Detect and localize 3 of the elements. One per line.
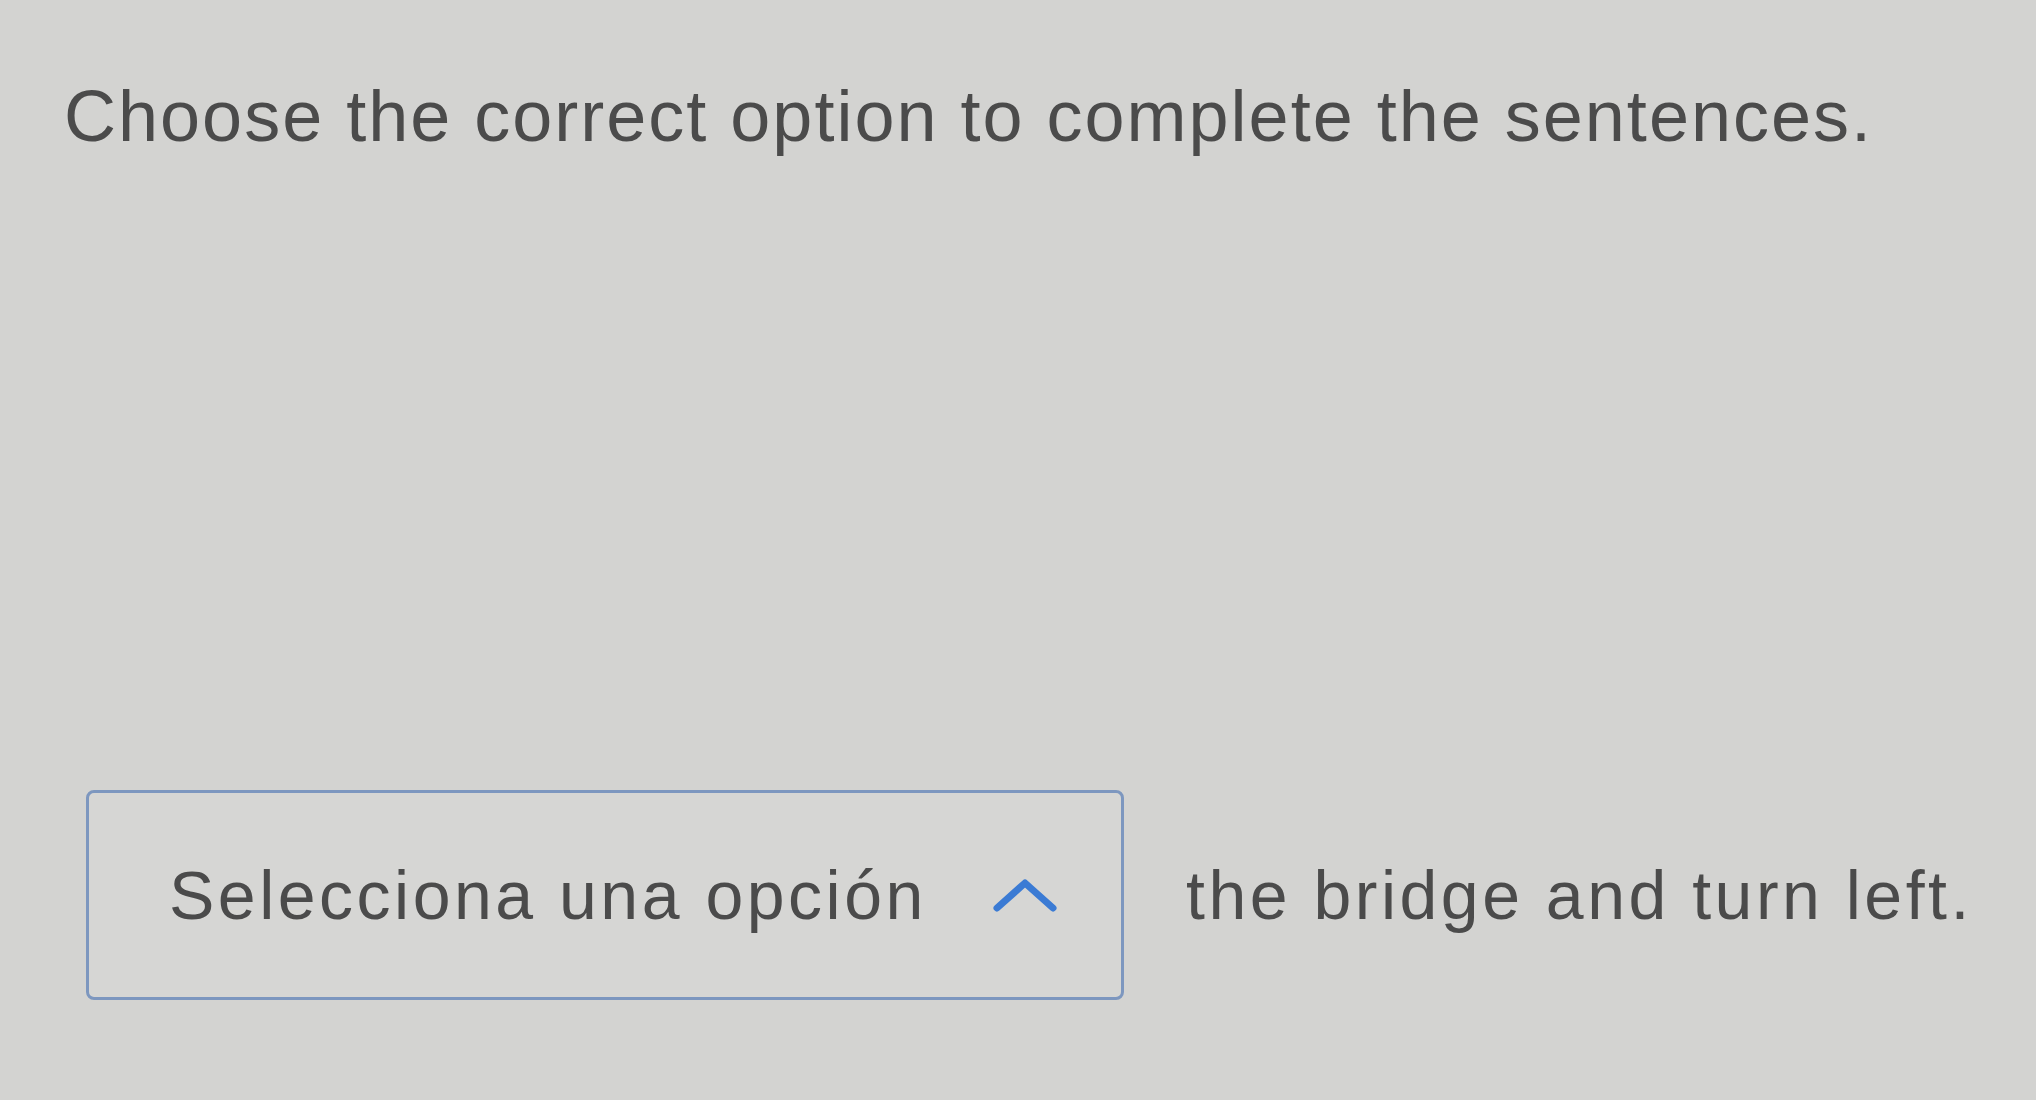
option-dropdown[interactable]: Selecciona una opción (86, 790, 1124, 1000)
sentence-text: the bridge and turn left. (1186, 856, 1973, 935)
instruction-text: Choose the correct option to complete the sentences. (64, 75, 1873, 158)
